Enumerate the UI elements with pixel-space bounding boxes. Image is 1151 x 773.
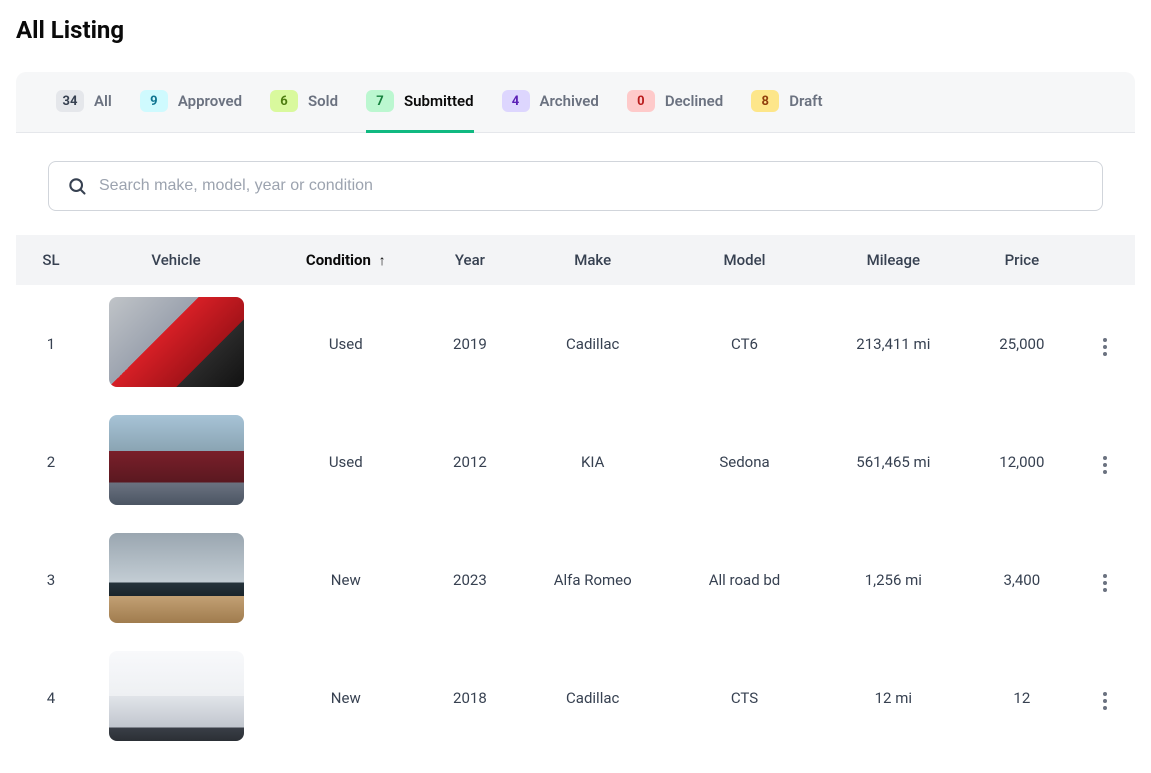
cell-price: 12,000 — [969, 403, 1075, 521]
cell-price: 12 — [969, 639, 1075, 757]
cell-vehicle — [86, 639, 266, 757]
col-vehicle[interactable]: Vehicle — [86, 235, 266, 285]
cell-price: 3,400 — [969, 521, 1075, 639]
more-actions-icon[interactable] — [1091, 687, 1119, 715]
search-icon — [67, 176, 87, 196]
cell-mileage: 561,465 mi — [818, 403, 969, 521]
cell-price: 25,000 — [969, 285, 1075, 403]
listing-card: 34All9Approved6Sold7Submitted4Archived0D… — [16, 72, 1135, 757]
more-actions-icon[interactable] — [1091, 451, 1119, 479]
more-actions-icon[interactable] — [1091, 569, 1119, 597]
cell-condition: Used — [266, 403, 426, 521]
col-make[interactable]: Make — [514, 235, 671, 285]
col-condition-label: Condition — [306, 251, 371, 269]
table-row[interactable]: 1 Used2019CadillacCT6213,411 mi25,000 — [16, 285, 1135, 403]
cell-model: All road bd — [671, 521, 818, 639]
tab-label: Draft — [789, 92, 822, 110]
tab-declined[interactable]: 0 Declined — [627, 90, 723, 133]
cell-make: Alfa Romeo — [514, 521, 671, 639]
cell-actions — [1075, 285, 1135, 403]
tab-draft[interactable]: 8 Draft — [751, 90, 822, 133]
col-condition[interactable]: Condition ↑ — [266, 235, 426, 285]
search-input[interactable] — [99, 177, 1084, 195]
tab-badge: 0 — [627, 90, 655, 112]
table-row[interactable]: 2 Used2012KIASedona561,465 mi12,000 — [16, 403, 1135, 521]
more-actions-icon[interactable] — [1091, 333, 1119, 361]
cell-mileage: 1,256 mi — [818, 521, 969, 639]
cell-mileage: 213,411 mi — [818, 285, 969, 403]
cell-condition: Used — [266, 285, 426, 403]
cell-actions — [1075, 639, 1135, 757]
tab-label: Archived — [540, 92, 599, 110]
tab-badge: 7 — [366, 90, 394, 112]
cell-actions — [1075, 521, 1135, 639]
tab-badge: 8 — [751, 90, 779, 112]
col-actions — [1075, 235, 1135, 285]
col-sl[interactable]: SL — [16, 235, 86, 285]
cell-make: Cadillac — [514, 285, 671, 403]
col-model[interactable]: Model — [671, 235, 818, 285]
cell-year: 2012 — [426, 403, 515, 521]
cell-mileage: 12 mi — [818, 639, 969, 757]
vehicle-thumbnail[interactable] — [109, 651, 244, 741]
vehicle-thumbnail[interactable] — [109, 415, 244, 505]
cell-model: CTS — [671, 639, 818, 757]
cell-sl: 3 — [16, 521, 86, 639]
tab-badge: 6 — [270, 90, 298, 112]
tab-badge: 34 — [56, 90, 84, 112]
cell-model: CT6 — [671, 285, 818, 403]
tabs-bar: 34All9Approved6Sold7Submitted4Archived0D… — [16, 72, 1135, 133]
sort-asc-icon: ↑ — [379, 253, 386, 269]
col-price[interactable]: Price — [969, 235, 1075, 285]
cell-vehicle — [86, 403, 266, 521]
tab-sold[interactable]: 6 Sold — [270, 90, 338, 133]
table-row[interactable]: 4 New2018CadillacCTS12 mi12 — [16, 639, 1135, 757]
cell-condition: New — [266, 521, 426, 639]
col-year[interactable]: Year — [426, 235, 515, 285]
cell-sl: 2 — [16, 403, 86, 521]
cell-condition: New — [266, 639, 426, 757]
cell-year: 2023 — [426, 521, 515, 639]
cell-sl: 4 — [16, 639, 86, 757]
cell-make: Cadillac — [514, 639, 671, 757]
cell-model: Sedona — [671, 403, 818, 521]
tab-label: All — [94, 92, 112, 110]
cell-year: 2018 — [426, 639, 515, 757]
tab-badge: 9 — [140, 90, 168, 112]
vehicle-thumbnail[interactable] — [109, 297, 244, 387]
cell-actions — [1075, 403, 1135, 521]
tab-label: Submitted — [404, 92, 474, 110]
cell-sl: 1 — [16, 285, 86, 403]
tab-all[interactable]: 34 All — [56, 90, 112, 133]
tab-archived[interactable]: 4 Archived — [502, 90, 599, 133]
table-header: SL Vehicle Condition ↑ Year Make Model M… — [16, 235, 1135, 285]
tab-approved[interactable]: 9 Approved — [140, 90, 242, 133]
table-body: 1Used2019CadillacCT6213,411 mi25,0002Use… — [16, 285, 1135, 757]
tab-submitted[interactable]: 7 Submitted — [366, 90, 474, 133]
col-mileage[interactable]: Mileage — [818, 235, 969, 285]
tab-label: Approved — [178, 92, 242, 110]
page-title: All Listing — [16, 16, 1135, 44]
cell-vehicle — [86, 521, 266, 639]
cell-make: KIA — [514, 403, 671, 521]
table-row[interactable]: 3 New2023Alfa RomeoAll road bd1,256 mi3,4… — [16, 521, 1135, 639]
listings-table: SL Vehicle Condition ↑ Year Make Model M… — [16, 235, 1135, 757]
cell-year: 2019 — [426, 285, 515, 403]
search-wrap — [16, 133, 1135, 235]
tab-label: Declined — [665, 92, 723, 110]
cell-vehicle — [86, 285, 266, 403]
tab-label: Sold — [308, 92, 338, 110]
search-box[interactable] — [48, 161, 1103, 211]
vehicle-thumbnail[interactable] — [109, 533, 244, 623]
tab-badge: 4 — [502, 90, 530, 112]
